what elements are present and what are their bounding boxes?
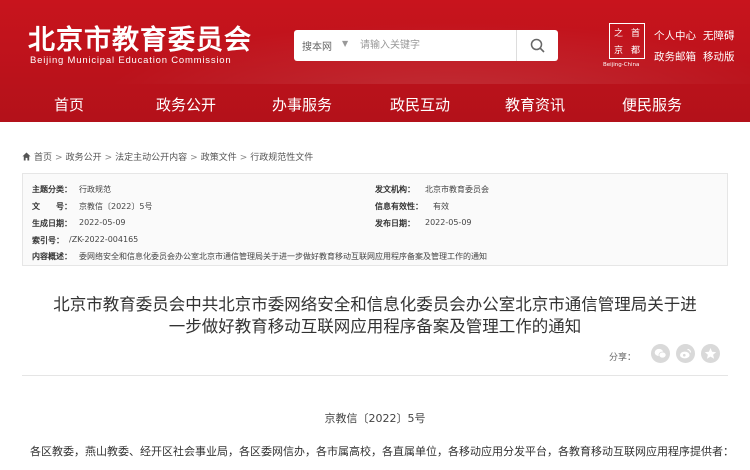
breadcrumb-disclosure[interactable]: 法定主动公开内容 — [115, 153, 187, 163]
nav-item-interaction[interactable]: 政民互动 — [390, 94, 450, 115]
search-box: 搜本网 ▼ — [294, 30, 558, 61]
nav-item-convenience[interactable]: 便民服务 — [622, 94, 682, 115]
nav-item-home[interactable]: 首页 — [54, 94, 84, 115]
meta-label-summary: 内容概述： — [32, 252, 72, 261]
meta-status: 有效 — [433, 202, 449, 211]
star-icon — [704, 348, 717, 359]
meta-summary: 委网络安全和信息化委员会办公室北京市通信管理局关于进一步做好教育移动互联网应用程… — [79, 252, 487, 261]
article-title-line: 一步做好教育移动互联网应用程序备案及管理工作的通知 — [168, 317, 582, 336]
main-nav: 首页 政务公开 办事服务 政民互动 教育资讯 便民服务 — [0, 84, 750, 122]
nav-item-services[interactable]: 办事服务 — [272, 94, 332, 115]
nav-item-gov-affairs[interactable]: 政务公开 — [156, 94, 216, 115]
search-scope-select[interactable]: 搜本网 — [302, 38, 332, 53]
emblem-char: 京 — [613, 46, 623, 56]
site-logo-title[interactable]: 北京市教育委员会 — [28, 18, 252, 57]
search-input[interactable] — [360, 35, 510, 56]
addressees-text: 各区教委，燕山教委、经开区社会事业局，各区委网信办，各市属高校，各直属单位，各移… — [30, 445, 734, 458]
nav-item-news[interactable]: 教育资讯 — [505, 94, 565, 115]
meta-published: 2022-05-09 — [425, 218, 472, 227]
beijing-emblem-logo: 之 首 京 都 — [609, 23, 645, 59]
gov-mail-link[interactable]: 政务邮箱 — [654, 49, 696, 64]
breadcrumb-policy-docs[interactable]: 政策文件 — [201, 153, 237, 163]
wechat-icon — [654, 348, 667, 359]
meta-index: /ZK-2022-004165 — [69, 235, 139, 244]
document-number: 京教信〔2022〕5号 — [324, 412, 426, 425]
mobile-version-link[interactable]: 移动版 — [703, 49, 735, 64]
wechat-share-button[interactable] — [651, 344, 670, 363]
meta-label-status: 信息有效性： — [375, 202, 423, 211]
emblem-char: 之 — [613, 29, 623, 39]
meta-issuer: 北京市教育委员会 — [425, 185, 489, 194]
weibo-icon — [680, 348, 692, 359]
content-divider — [22, 375, 728, 376]
article-title: 北京市教育委员会中共北京市委网络安全和信息化委员会办公室北京市通信管理局关于进 … — [0, 294, 750, 338]
home-icon — [22, 152, 31, 161]
meta-label-category: 主题分类： — [32, 185, 72, 194]
search-button[interactable] — [517, 30, 558, 61]
main-content: 首页 > 政务公开 > 法定主动公开内容 > 政策文件 > 行政规范性文件 主题分类： 行政规范… — [0, 122, 750, 470]
site-header: 北京市教育委员会 Beijing Municipal Education Com… — [0, 0, 750, 122]
meta-label-created: 生成日期： — [32, 219, 72, 228]
weibo-share-button[interactable] — [676, 344, 695, 363]
share-label: 分享： — [609, 353, 637, 363]
breadcrumb-gov-affairs[interactable]: 政务公开 — [66, 153, 102, 163]
breadcrumb-normative-docs[interactable]: 行政规范性文件 — [250, 153, 313, 163]
breadcrumb-home[interactable]: 首页 — [34, 153, 52, 163]
meta-category: 行政规范 — [79, 185, 111, 194]
chevron-down-icon[interactable]: ▼ — [342, 39, 348, 48]
site-logo-subtitle: Beijing Municipal Education Commission — [30, 55, 232, 66]
meta-label-index: 索引号： — [32, 236, 64, 245]
meta-label-docno: 文 号： — [32, 202, 72, 211]
accessibility-link[interactable]: 无障碍 — [703, 28, 735, 43]
emblem-char: 首 — [630, 29, 640, 39]
meta-created: 2022-05-09 — [79, 218, 126, 227]
document-meta-table: 主题分类： 行政规范 发文机构： 北京市教育委员会 文 号： 京教信〔2022〕… — [22, 173, 728, 266]
emblem-char: 都 — [630, 46, 640, 56]
personal-center-link[interactable]: 个人中心 — [654, 28, 696, 43]
meta-label-issuer: 发文机构： — [375, 185, 415, 194]
breadcrumb: 首页 > 政务公开 > 法定主动公开内容 > 政策文件 > 行政规范性文件 — [22, 150, 313, 163]
meta-docno: 京教信〔2022〕5号 — [79, 202, 153, 211]
qzone-share-button[interactable] — [701, 344, 720, 363]
emblem-caption: Beijing-China — [603, 62, 640, 68]
article-title-line: 北京市教育委员会中共北京市委网络安全和信息化委员会办公室北京市通信管理局关于进 — [53, 295, 697, 314]
search-icon — [530, 38, 545, 53]
meta-label-published: 发布日期： — [375, 219, 415, 228]
